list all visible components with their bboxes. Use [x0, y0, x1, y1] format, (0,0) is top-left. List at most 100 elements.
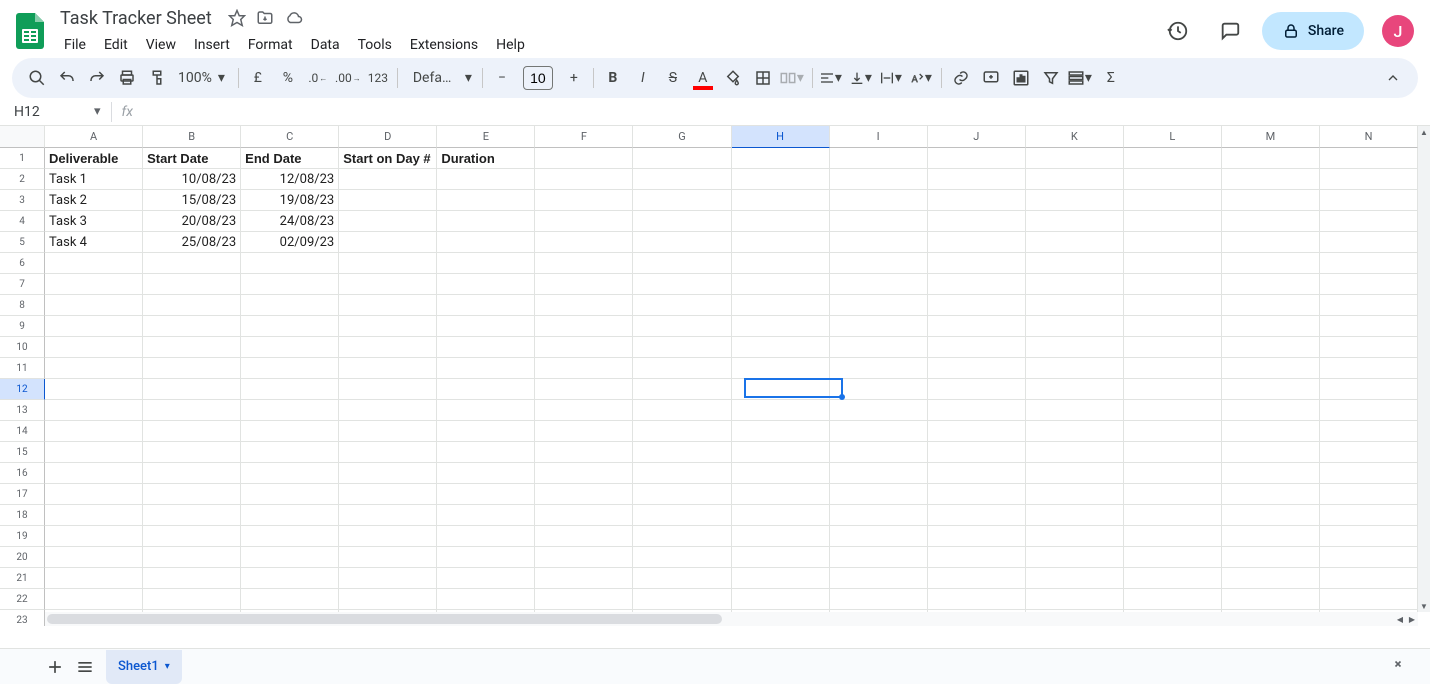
cell[interactable]: Task 4 [45, 232, 143, 253]
cell[interactable] [732, 232, 830, 253]
cell[interactable] [535, 379, 633, 400]
cell[interactable] [1124, 505, 1222, 526]
cell[interactable]: Task 1 [45, 169, 143, 190]
cell[interactable] [339, 190, 437, 211]
cell[interactable] [241, 463, 339, 484]
cell[interactable] [437, 211, 535, 232]
column-header[interactable]: G [633, 126, 731, 148]
horizontal-scrollbar[interactable] [45, 612, 1394, 626]
cell[interactable] [732, 274, 830, 295]
move-icon[interactable] [256, 9, 274, 27]
cell[interactable] [535, 358, 633, 379]
cell[interactable]: 12/08/23 [241, 169, 339, 190]
cell[interactable] [928, 169, 1026, 190]
cell[interactable] [633, 190, 731, 211]
cell[interactable] [928, 463, 1026, 484]
cell[interactable] [928, 253, 1026, 274]
sheet-tab-menu-icon[interactable]: ▾ [165, 661, 170, 672]
cell[interactable] [437, 463, 535, 484]
cell[interactable] [1222, 295, 1320, 316]
cell[interactable]: 19/08/23 [241, 190, 339, 211]
cell[interactable] [535, 274, 633, 295]
row-header[interactable]: 12 [0, 379, 45, 400]
cell[interactable] [1026, 337, 1124, 358]
cell[interactable] [928, 547, 1026, 568]
cell[interactable] [339, 400, 437, 421]
cell[interactable] [437, 337, 535, 358]
cell[interactable] [830, 169, 928, 190]
cell[interactable] [928, 379, 1026, 400]
cell[interactable] [928, 442, 1026, 463]
filter-button[interactable] [1036, 63, 1066, 93]
print-button[interactable] [112, 63, 142, 93]
cell[interactable] [535, 190, 633, 211]
cell[interactable] [1124, 547, 1222, 568]
cell[interactable] [437, 589, 535, 610]
row-header[interactable]: 2 [0, 169, 45, 190]
cell[interactable] [1320, 274, 1418, 295]
cell[interactable] [928, 505, 1026, 526]
cell[interactable] [732, 463, 830, 484]
cell[interactable] [45, 568, 143, 589]
number-format-button[interactable]: 123 [363, 63, 393, 93]
cell[interactable] [1026, 169, 1124, 190]
menu-view[interactable]: View [138, 33, 184, 57]
cell[interactable] [1026, 148, 1124, 169]
cell[interactable] [1320, 484, 1418, 505]
column-header[interactable]: J [928, 126, 1026, 148]
cell[interactable] [1026, 232, 1124, 253]
cell[interactable] [535, 526, 633, 547]
cell[interactable] [45, 463, 143, 484]
cell[interactable] [830, 547, 928, 568]
add-sheet-button[interactable] [40, 652, 70, 682]
column-header[interactable]: F [535, 126, 633, 148]
doc-title[interactable]: Task Tracker Sheet [54, 6, 218, 31]
cell[interactable] [241, 442, 339, 463]
cell[interactable] [241, 379, 339, 400]
zoom-select[interactable]: 100%▾ [172, 63, 234, 93]
cell[interactable] [928, 316, 1026, 337]
cell[interactable] [339, 421, 437, 442]
menu-extensions[interactable]: Extensions [402, 33, 486, 57]
cell[interactable] [437, 274, 535, 295]
cell[interactable] [1222, 232, 1320, 253]
cell[interactable] [1026, 274, 1124, 295]
cell[interactable] [143, 316, 241, 337]
vertical-scrollbar[interactable] [1418, 126, 1430, 612]
cell[interactable] [1124, 211, 1222, 232]
row-header[interactable]: 11 [0, 358, 45, 379]
cell[interactable] [241, 589, 339, 610]
star-icon[interactable] [228, 9, 246, 27]
cell[interactable] [339, 232, 437, 253]
cell[interactable]: 24/08/23 [241, 211, 339, 232]
cell[interactable] [437, 190, 535, 211]
cell[interactable] [1320, 379, 1418, 400]
column-header[interactable]: L [1124, 126, 1222, 148]
cell[interactable] [1124, 526, 1222, 547]
cell[interactable] [143, 589, 241, 610]
cell[interactable] [143, 568, 241, 589]
cell[interactable] [928, 421, 1026, 442]
cell[interactable] [45, 379, 143, 400]
cell[interactable] [1124, 232, 1222, 253]
cell[interactable] [1222, 484, 1320, 505]
sheet-tab-active[interactable]: Sheet1▾ [106, 650, 182, 684]
cell[interactable] [1026, 400, 1124, 421]
cell[interactable] [1320, 547, 1418, 568]
filter-views-button[interactable]: ▾ [1066, 63, 1096, 93]
paint-format-button[interactable] [142, 63, 172, 93]
cell[interactable] [45, 253, 143, 274]
cell[interactable] [45, 505, 143, 526]
cell[interactable] [732, 295, 830, 316]
cell[interactable]: 20/08/23 [143, 211, 241, 232]
cell[interactable] [339, 484, 437, 505]
cell[interactable] [830, 148, 928, 169]
cell[interactable] [830, 421, 928, 442]
cell[interactable] [1124, 169, 1222, 190]
cell[interactable] [1026, 253, 1124, 274]
cell[interactable] [339, 505, 437, 526]
cell[interactable] [1026, 421, 1124, 442]
cell[interactable] [830, 400, 928, 421]
insert-comment-button[interactable] [976, 63, 1006, 93]
cell[interactable] [633, 253, 731, 274]
